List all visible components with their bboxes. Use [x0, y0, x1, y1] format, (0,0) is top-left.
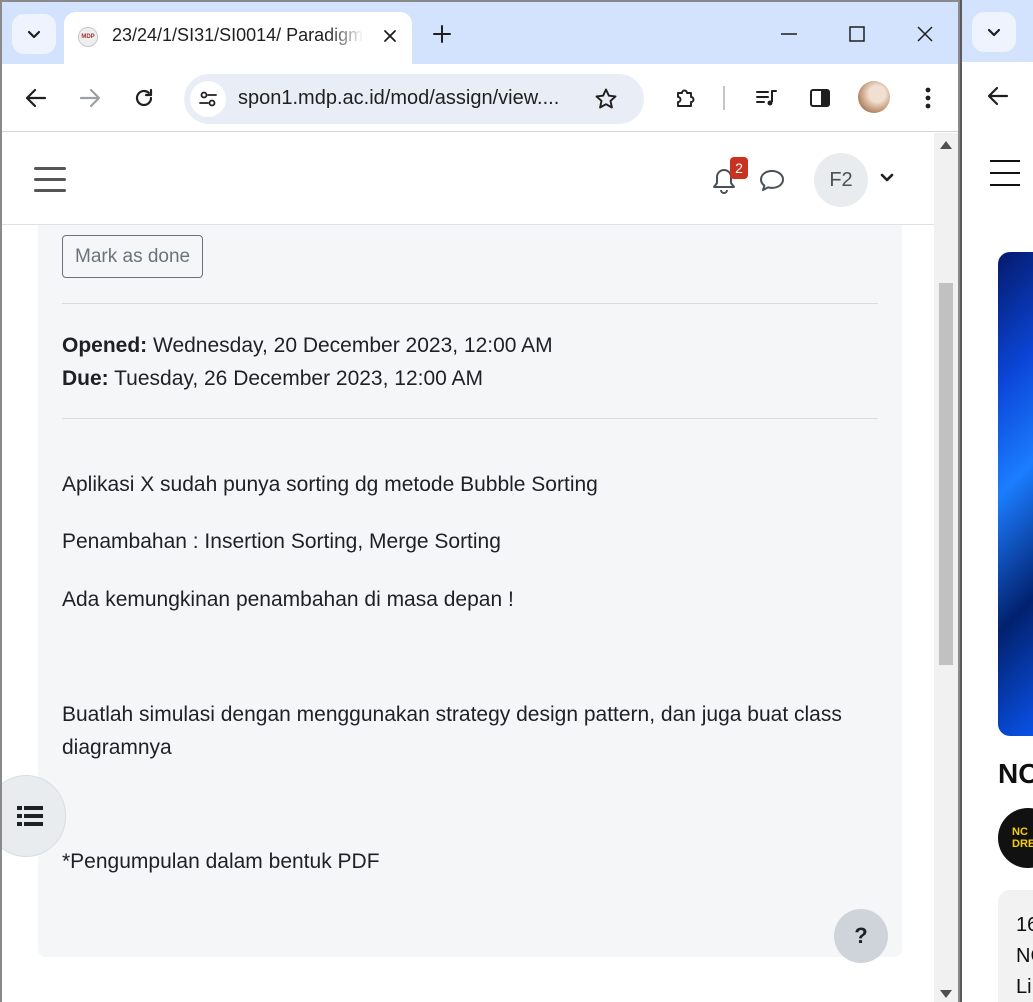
tab-strip: MDP 23/24/1/SI31/SI0014/ Paradigma [2, 2, 958, 64]
scroll-down-arrow[interactable] [940, 990, 952, 998]
second-browser-window: NO NC DREA 16 NC Li [960, 0, 1033, 1002]
side-panel-icon [810, 89, 830, 107]
back-button[interactable] [980, 78, 1016, 114]
opened-label: Opened: [62, 334, 148, 357]
site-navbar: 2 F2 [2, 133, 934, 225]
divider [62, 418, 878, 419]
due-value: Tuesday, 26 December 2023, 12:00 AM [108, 367, 484, 390]
tab-search-button[interactable] [12, 14, 56, 54]
media-control-button[interactable] [746, 78, 786, 118]
reload-icon [135, 88, 153, 107]
arrow-right-icon [79, 88, 101, 108]
activity-dates: Opened: Wednesday, 20 December 2023, 12:… [62, 329, 878, 395]
tab-title: 23/24/1/SI31/SI0014/ Paradigma [112, 25, 364, 45]
comment-icon [760, 170, 784, 191]
close-icon [384, 30, 396, 42]
more-vert-icon [925, 87, 931, 109]
due-label: Due: [62, 367, 109, 390]
puzzle-icon [677, 89, 695, 107]
maximize-button[interactable] [834, 14, 880, 54]
description-paragraph: Aplikasi X sudah punya sorting dg metode… [62, 473, 598, 496]
menu-icon[interactable] [34, 161, 70, 197]
description-paragraph: Penambahan : Insertion Sorting, Merge So… [62, 530, 501, 553]
browser-toolbar: spon1.mdp.ac.id/mod/assign/view.... [2, 64, 958, 132]
chevron-down-icon [880, 173, 894, 182]
queue-music-icon [756, 90, 777, 106]
browser-toolbar [962, 62, 1033, 130]
divider [62, 303, 878, 304]
tab-close-button[interactable] [376, 22, 404, 50]
back-button[interactable] [16, 78, 56, 118]
reload-button[interactable] [124, 78, 164, 118]
browser-window: MDP 23/24/1/SI31/SI0014/ Paradigma spon1… [0, 0, 960, 1002]
video-thumbnail[interactable] [998, 252, 1033, 736]
maximize-icon [849, 26, 865, 42]
menu-icon[interactable] [990, 160, 1020, 186]
star-icon [595, 88, 617, 109]
arrow-left-icon [25, 88, 47, 108]
description-line: Li [1016, 976, 1032, 998]
side-panel-button[interactable] [800, 78, 840, 118]
tune-icon [199, 91, 217, 107]
messages-button[interactable] [754, 163, 790, 199]
forward-button[interactable] [70, 78, 110, 118]
opened-date: Opened: Wednesday, 20 December 2023, 12:… [62, 329, 878, 362]
due-date: Due: Tuesday, 26 December 2023, 12:00 AM [62, 362, 878, 395]
close-window-button[interactable] [902, 14, 948, 54]
toolbar-separator [723, 86, 725, 110]
assignment-card: Mark as done Opened: Wednesday, 20 Decem… [38, 225, 902, 957]
video-title[interactable]: NO [998, 758, 1033, 790]
description-paragraph: Buatlah simulasi dengan menggunakan stra… [62, 703, 842, 759]
page-content: 2 F2 Mark as done Opened: Wednesday, 20 … [2, 133, 934, 1002]
minimize-button[interactable] [766, 14, 812, 54]
url-text[interactable]: spon1.mdp.ac.id/mod/assign/view.... [238, 87, 580, 110]
address-bar[interactable]: spon1.mdp.ac.id/mod/assign/view.... [184, 74, 644, 124]
page-scrollbar[interactable] [934, 133, 958, 1002]
arrow-left-icon [987, 86, 1009, 106]
user-menu-toggle[interactable] [876, 167, 898, 189]
video-description[interactable]: 16 NC Li [998, 890, 1033, 1002]
opened-value: Wednesday, 20 December 2023, 12:00 AM [147, 334, 553, 357]
user-avatar[interactable]: F2 [814, 153, 868, 207]
tab-strip [962, 0, 1033, 62]
profile-avatar[interactable] [858, 81, 890, 113]
active-tab[interactable]: MDP 23/24/1/SI31/SI0014/ Paradigma [64, 12, 412, 64]
favicon-icon: MDP [78, 27, 98, 47]
chevron-down-icon [987, 28, 1001, 37]
close-icon [917, 26, 933, 42]
help-button[interactable]: ? [834, 909, 888, 963]
chevron-down-icon [27, 30, 41, 39]
list-icon [17, 806, 43, 826]
description-line: 16 [1016, 914, 1033, 936]
tab-search-button[interactable] [972, 12, 1016, 52]
plus-icon [433, 25, 451, 43]
scroll-thumb[interactable] [939, 283, 953, 665]
minimize-icon [781, 33, 797, 35]
browser-menu-button[interactable] [908, 78, 948, 118]
extensions-button[interactable] [666, 78, 706, 118]
description-line: NC [1016, 945, 1033, 967]
bookmark-button[interactable] [590, 83, 622, 115]
mark-as-done-button[interactable]: Mark as done [62, 235, 204, 278]
new-tab-button[interactable] [426, 18, 458, 50]
scroll-up-arrow[interactable] [940, 141, 952, 149]
description-paragraph: Ada kemungkinan penambahan di masa depan… [62, 588, 514, 611]
site-info-button[interactable] [190, 81, 226, 117]
channel-logo[interactable]: NC DREA [998, 808, 1033, 868]
notification-count-badge: 2 [730, 157, 748, 179]
description-paragraph: *Pengumpulan dalam bentuk PDF [62, 850, 380, 873]
